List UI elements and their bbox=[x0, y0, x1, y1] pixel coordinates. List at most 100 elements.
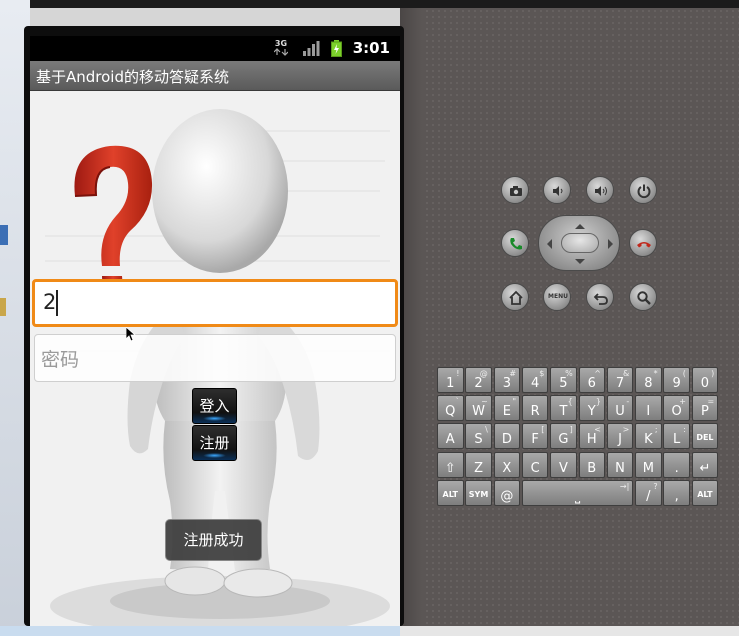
key-y[interactable]: Y} bbox=[578, 395, 605, 422]
key-label: Y bbox=[587, 404, 596, 420]
register-button[interactable]: 注册 bbox=[192, 425, 237, 461]
key-label: M bbox=[642, 460, 654, 476]
search-button[interactable] bbox=[629, 283, 657, 311]
network-label: 3G bbox=[274, 39, 288, 48]
username-input[interactable]: 2 bbox=[32, 279, 398, 327]
key-4[interactable]: 4 $ bbox=[521, 367, 549, 393]
key-del[interactable]: DEL bbox=[691, 423, 719, 450]
dpad-left-arrow-icon[interactable] bbox=[542, 239, 552, 249]
call-button[interactable] bbox=[501, 229, 529, 257]
key-p[interactable]: P = bbox=[691, 395, 719, 422]
back-button[interactable] bbox=[586, 283, 614, 311]
key-q[interactable]: Q ` bbox=[437, 395, 464, 422]
dpad-up-arrow-icon[interactable] bbox=[575, 219, 585, 229]
key-i[interactable]: I bbox=[635, 395, 662, 422]
key-3[interactable]: 3 # bbox=[493, 367, 521, 393]
key-label: D bbox=[501, 432, 512, 448]
key-0[interactable]: 0) bbox=[691, 367, 719, 393]
key-1[interactable]: 1! bbox=[437, 367, 464, 393]
key-2[interactable]: 2 @ bbox=[465, 367, 492, 393]
key-label: ↵ bbox=[699, 460, 711, 476]
key-n[interactable]: N bbox=[606, 451, 634, 478]
key-label: 8 bbox=[644, 376, 653, 391]
power-button[interactable] bbox=[629, 176, 657, 204]
key-v[interactable]: V bbox=[550, 451, 577, 478]
key-alt-label: ; bbox=[654, 425, 658, 435]
key-l[interactable]: L: bbox=[663, 423, 690, 450]
key-z[interactable]: Z bbox=[465, 451, 492, 478]
key-b[interactable]: B bbox=[578, 451, 605, 478]
key-r[interactable]: R bbox=[521, 395, 549, 422]
key-x[interactable]: X bbox=[493, 451, 521, 478]
key-label: . bbox=[674, 460, 679, 476]
password-input[interactable]: 密码 bbox=[34, 334, 396, 382]
key-slash[interactable]: /? bbox=[635, 479, 662, 506]
key-c[interactable]: C bbox=[521, 451, 549, 478]
home-button[interactable] bbox=[501, 283, 529, 311]
key-j[interactable]: J > bbox=[606, 423, 634, 450]
key-9[interactable]: 9( bbox=[663, 367, 690, 393]
key-label: 1 bbox=[446, 376, 455, 391]
key-label: E bbox=[502, 404, 511, 420]
key-period[interactable]: . bbox=[663, 451, 690, 478]
key-u[interactable]: U- bbox=[606, 395, 634, 422]
text-caret bbox=[56, 290, 58, 316]
key-a[interactable]: A bbox=[437, 423, 464, 450]
key-f[interactable]: F[ bbox=[521, 423, 549, 450]
key-shift[interactable]: ⇧ bbox=[437, 451, 464, 478]
volume-up-button[interactable] bbox=[586, 176, 614, 204]
call-icon bbox=[510, 238, 522, 250]
power-icon bbox=[637, 184, 651, 199]
key-label: Q bbox=[445, 404, 456, 420]
key-k[interactable]: K; bbox=[635, 423, 662, 450]
key-alt-label: = bbox=[707, 397, 715, 407]
key-label: 6 bbox=[587, 376, 596, 391]
key-alt-label: * bbox=[653, 369, 658, 378]
dpad-right-arrow-icon[interactable] bbox=[608, 239, 618, 249]
key-7[interactable]: 7 & bbox=[606, 367, 634, 393]
key-alt-label: ~ bbox=[481, 397, 488, 407]
key-h[interactable]: H < bbox=[578, 423, 605, 450]
menu-button[interactable]: MENU bbox=[543, 283, 571, 311]
key-g[interactable]: G] bbox=[550, 423, 577, 450]
password-placeholder: 密码 bbox=[41, 349, 80, 371]
emulator-skin bbox=[400, 8, 739, 626]
username-value: 2 bbox=[43, 290, 57, 314]
key-space[interactable]: ⎵ →| bbox=[521, 479, 634, 506]
key-alt-label: { bbox=[567, 397, 573, 407]
key-at[interactable]: @ bbox=[493, 479, 521, 506]
key-6[interactable]: 6 ^ bbox=[578, 367, 605, 393]
desktop-top-strip bbox=[0, 0, 739, 8]
key-label: T bbox=[559, 404, 568, 420]
key-alt-label: \ bbox=[485, 425, 488, 435]
dpad[interactable] bbox=[538, 215, 620, 271]
key-w[interactable]: W ~ bbox=[465, 395, 492, 422]
dpad-center-button[interactable] bbox=[561, 233, 599, 253]
key-label: 7 bbox=[615, 376, 625, 391]
key-d[interactable]: D bbox=[493, 423, 521, 450]
app-title: 基于Android的移动答疑系统 bbox=[36, 68, 229, 86]
key-label: L bbox=[673, 432, 681, 448]
key-e[interactable]: E " bbox=[493, 395, 521, 422]
dpad-down-arrow-icon[interactable] bbox=[575, 259, 585, 269]
key-label: B bbox=[587, 460, 597, 476]
key-s[interactable]: S \ bbox=[465, 423, 492, 450]
key-alt[interactable]: ALT bbox=[691, 479, 719, 506]
end-call-button[interactable] bbox=[629, 229, 657, 257]
key-sym[interactable]: SYM bbox=[465, 479, 492, 506]
key-8[interactable]: 8 * bbox=[635, 367, 662, 393]
status-bar: 3G 3:01 bbox=[30, 36, 400, 61]
key-comma[interactable]: , bbox=[663, 479, 690, 506]
key-5[interactable]: 5% bbox=[550, 367, 577, 393]
volume-down-button[interactable] bbox=[543, 176, 571, 204]
key-o[interactable]: O + bbox=[663, 395, 690, 422]
key-label: S bbox=[474, 432, 483, 448]
key-t[interactable]: T{ bbox=[550, 395, 577, 422]
key-m[interactable]: M bbox=[635, 451, 662, 478]
camera-button[interactable] bbox=[501, 176, 529, 204]
key-enter[interactable]: ↵ bbox=[691, 451, 719, 478]
key-alt[interactable]: ALT bbox=[437, 479, 464, 506]
mouse-cursor-icon bbox=[126, 327, 136, 342]
bottom-blue-strip bbox=[0, 626, 400, 636]
login-button[interactable]: 登入 bbox=[192, 388, 237, 424]
